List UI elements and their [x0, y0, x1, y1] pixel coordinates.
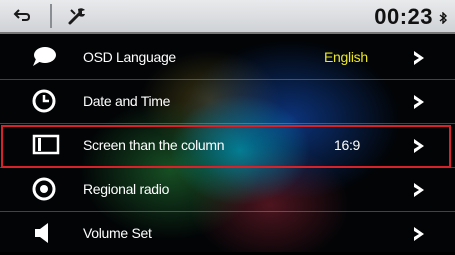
menu-item-osd-language[interactable]: OSD Language English: [0, 36, 455, 80]
top-bar-divider: [50, 4, 52, 28]
menu-item-label: Date and Time: [83, 93, 171, 109]
speech-bubble-icon: [33, 47, 56, 66]
menu-item-date-and-time[interactable]: Date and Time: [0, 80, 455, 124]
menu-item-screen-ratio[interactable]: Screen than the column 16:9: [0, 124, 455, 168]
chevron-right-icon: [414, 183, 424, 197]
chevron-right-icon: [414, 139, 424, 153]
menu-item-label: Regional radio: [83, 181, 170, 197]
settings-screen: 00:23 OSD Language English Date and Time: [0, 0, 455, 252]
menu-item-value: English: [324, 49, 368, 65]
menu-item-value: 16:9: [334, 137, 361, 153]
bluetooth-icon: [439, 12, 448, 24]
wrench-screwdriver-icon[interactable]: [66, 5, 88, 27]
back-arrow-icon[interactable]: [12, 6, 32, 26]
clock-time: 00:23: [374, 4, 433, 29]
menu-item-label: OSD Language: [83, 49, 176, 65]
chevron-right-icon: [414, 51, 424, 65]
menu-item-label: Volume Set: [83, 225, 152, 241]
menu-item-volume-set[interactable]: Volume Set: [0, 212, 455, 255]
menu-item-regional-radio[interactable]: Regional radio: [0, 168, 455, 212]
top-bar: 00:23: [0, 0, 455, 34]
clock-icon: [32, 89, 56, 113]
menu-item-label: Screen than the column: [83, 137, 225, 153]
chevron-right-icon: [414, 227, 424, 241]
aspect-ratio-icon: [32, 134, 60, 155]
chevron-right-icon: [414, 95, 424, 109]
disc-icon: [32, 177, 56, 201]
speaker-icon: [35, 223, 48, 243]
